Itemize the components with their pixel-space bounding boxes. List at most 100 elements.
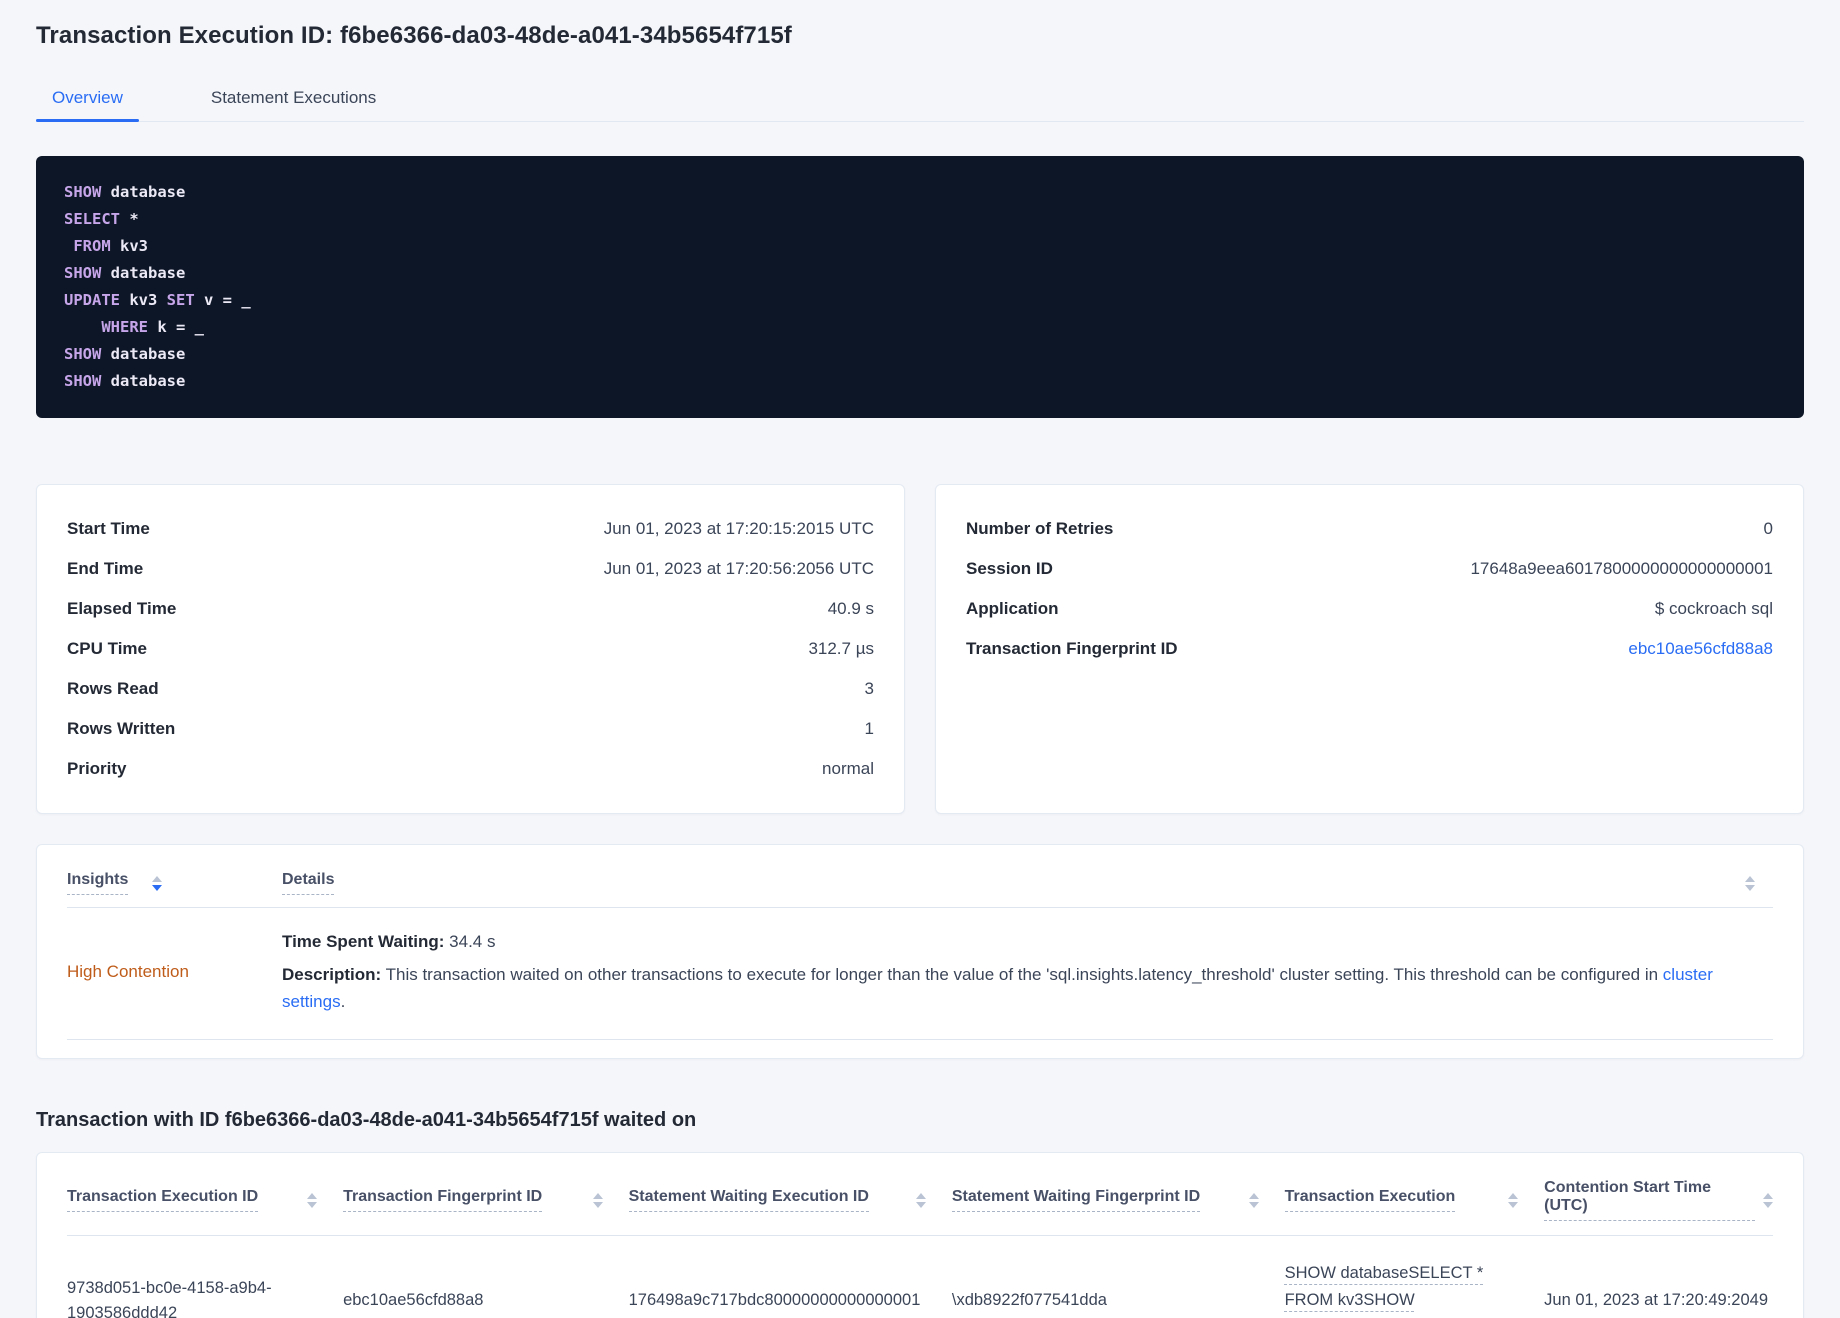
sort-up-arrow-icon bbox=[1745, 875, 1755, 882]
sort-up-arrow-icon bbox=[592, 1192, 603, 1199]
waited-on-table-card: Transaction Execution ID Transaction Fin… bbox=[36, 1152, 1804, 1318]
waited-on-table-header: Transaction Execution ID Transaction Fin… bbox=[67, 1171, 1773, 1235]
sql-keyword: SELECT bbox=[64, 210, 120, 228]
sort-up-arrow-icon bbox=[1508, 1192, 1519, 1199]
column-header-statement-waiting-fingerprint-id[interactable]: Statement Waiting Fingerprint ID bbox=[951, 1188, 1259, 1212]
column-label[interactable]: Contention Start Time (UTC) bbox=[1544, 1179, 1755, 1221]
insights-table-card: Insights Details High Contention Time Sp… bbox=[36, 844, 1804, 1059]
details-column-header[interactable]: Details bbox=[282, 871, 1745, 895]
summary-value: Jun 01, 2023 at 17:20:56:2056 UTC bbox=[603, 559, 874, 578]
column-header-statement-waiting-execution-id[interactable]: Statement Waiting Execution ID bbox=[628, 1188, 926, 1212]
insight-type-badge: High Contention bbox=[67, 961, 189, 981]
column-label[interactable]: Statement Waiting Execution ID bbox=[628, 1188, 869, 1212]
column-header-contention-start-time[interactable]: Contention Start Time (UTC) bbox=[1544, 1179, 1773, 1221]
summary-label: Session ID bbox=[966, 559, 1053, 578]
column-header-transaction-execution-id[interactable]: Transaction Execution ID bbox=[67, 1188, 318, 1212]
sort-icon[interactable] bbox=[1248, 1192, 1259, 1208]
summary-row-rows-written: Rows Written 1 bbox=[67, 709, 874, 749]
insight-row: High Contention Time Spent Waiting: 34.4… bbox=[67, 908, 1773, 1039]
sql-keyword: SHOW bbox=[64, 372, 102, 390]
insights-column-header[interactable]: Insights bbox=[67, 871, 282, 895]
sql-text: database bbox=[101, 183, 186, 201]
sort-up-arrow-icon bbox=[1248, 1192, 1259, 1199]
details-column-label[interactable]: Details bbox=[282, 871, 335, 895]
sql-keyword: SHOW bbox=[64, 264, 102, 282]
sort-icon[interactable] bbox=[152, 875, 163, 891]
summary-label: End Time bbox=[67, 559, 144, 578]
sql-line: UPDATE kv3 SET v = _ bbox=[64, 287, 1776, 314]
sort-icon[interactable] bbox=[307, 1192, 318, 1208]
tab-bar: Overview Statement Executions bbox=[36, 78, 1804, 122]
sort-up-arrow-icon bbox=[307, 1192, 318, 1199]
sql-text: k = _ bbox=[148, 318, 204, 336]
sort-icon[interactable] bbox=[592, 1192, 603, 1208]
cell-transaction-fingerprint-id: ebc10ae56cfd88a8 bbox=[343, 1291, 484, 1309]
description-label: Description: bbox=[282, 965, 382, 984]
description-line: Description: This transaction waited on … bbox=[282, 961, 1773, 1015]
sort-icon[interactable] bbox=[1745, 875, 1755, 891]
sql-keyword: UPDATE bbox=[64, 291, 120, 309]
sort-down-arrow-icon bbox=[152, 884, 163, 891]
sort-down-arrow-icon bbox=[307, 1201, 318, 1208]
waited-on-section-title: Transaction with ID f6be6366-da03-48de-a… bbox=[36, 1109, 697, 1131]
summary-value: normal bbox=[822, 759, 874, 778]
table-divider bbox=[67, 1039, 1773, 1040]
sql-keyword: WHERE bbox=[101, 318, 148, 336]
sort-down-arrow-icon bbox=[1762, 1201, 1773, 1208]
sort-icon[interactable] bbox=[1762, 1192, 1773, 1208]
summary-label: Start Time bbox=[67, 519, 150, 538]
summary-label: Rows Read bbox=[67, 679, 159, 698]
insight-details: Time Spent Waiting: 34.4 s Description: … bbox=[282, 928, 1773, 1015]
summary-row-cpu-time: CPU Time 312.7 µs bbox=[67, 629, 874, 669]
summary-value: 3 bbox=[864, 679, 874, 698]
sql-text: kv3 bbox=[120, 291, 167, 309]
column-label[interactable]: Transaction Execution ID bbox=[67, 1188, 259, 1212]
summary-label: Rows Written bbox=[67, 719, 176, 738]
summary-cards-row: Start Time Jun 01, 2023 at 17:20:15:2015… bbox=[36, 484, 1804, 814]
waiting-value: 34.4 s bbox=[444, 932, 496, 951]
column-label[interactable]: Statement Waiting Fingerprint ID bbox=[951, 1188, 1201, 1212]
summary-label: Number of Retries bbox=[966, 519, 1114, 538]
sort-up-arrow-icon bbox=[915, 1192, 926, 1199]
sql-text: database bbox=[101, 345, 186, 363]
tab-overview[interactable]: Overview bbox=[36, 78, 139, 122]
summary-value: 0 bbox=[1763, 519, 1773, 538]
cell-statement-waiting-execution-id: 176498a9c717bdc80000000000000001 bbox=[628, 1291, 921, 1309]
summary-row-application: Application $ cockroach sql bbox=[966, 589, 1773, 629]
sort-down-arrow-icon bbox=[1508, 1201, 1519, 1208]
sql-text: database bbox=[101, 372, 186, 390]
column-header-transaction-execution[interactable]: Transaction Execution bbox=[1284, 1188, 1519, 1212]
table-sort-control[interactable] bbox=[1745, 875, 1773, 891]
summary-label: Application bbox=[966, 599, 1059, 618]
transaction-execution-link[interactable]: SHOW databaseSELECT * FROM kv3SHOW datab… bbox=[1285, 1264, 1484, 1318]
transaction-details-page: Transaction Execution ID: f6be6366-da03-… bbox=[0, 0, 1840, 1318]
tab-statement-executions[interactable]: Statement Executions bbox=[195, 78, 392, 121]
summary-row-session-id: Session ID 17648a9eea6017800000000000000… bbox=[966, 549, 1773, 589]
page-title: Transaction Execution ID: f6be6366-da03-… bbox=[36, 22, 792, 49]
column-header-transaction-fingerprint-id[interactable]: Transaction Fingerprint ID bbox=[343, 1188, 603, 1212]
insights-table-header: Insights Details bbox=[67, 865, 1773, 907]
sql-keyword: FROM bbox=[73, 237, 111, 255]
column-label[interactable]: Transaction Fingerprint ID bbox=[343, 1188, 543, 1212]
summary-row-start-time: Start Time Jun 01, 2023 at 17:20:15:2015… bbox=[67, 509, 874, 549]
transaction-fingerprint-link[interactable]: ebc10ae56cfd88a8 bbox=[1628, 639, 1773, 659]
column-label[interactable]: Transaction Execution bbox=[1284, 1188, 1456, 1212]
sort-icon[interactable] bbox=[915, 1192, 926, 1208]
summary-row-end-time: End Time Jun 01, 2023 at 17:20:56:2056 U… bbox=[67, 549, 874, 589]
sql-line: SHOW database bbox=[64, 368, 1776, 395]
timing-summary-card: Start Time Jun 01, 2023 at 17:20:15:2015… bbox=[36, 484, 905, 814]
description-suffix: . bbox=[340, 992, 346, 1011]
waited-on-table-row: 9738d051-bc0e-4158-a9b4-1903586ddd42 ebc… bbox=[67, 1236, 1773, 1318]
sort-down-arrow-icon bbox=[592, 1201, 603, 1208]
summary-label: Priority bbox=[67, 759, 127, 778]
summary-value: $ cockroach sql bbox=[1654, 599, 1773, 618]
summary-value: Jun 01, 2023 at 17:20:15:2015 UTC bbox=[603, 519, 874, 538]
sort-icon[interactable] bbox=[1508, 1192, 1519, 1208]
sql-text: * bbox=[120, 210, 139, 228]
summary-value: 312.7 µs bbox=[808, 639, 874, 658]
insights-column-label[interactable]: Insights bbox=[67, 871, 129, 895]
sort-up-arrow-icon bbox=[152, 875, 163, 882]
sql-line: WHERE k = _ bbox=[64, 314, 1776, 341]
